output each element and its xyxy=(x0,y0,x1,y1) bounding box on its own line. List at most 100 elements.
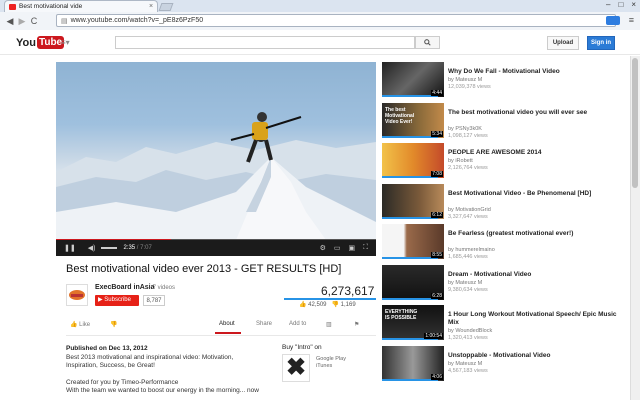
tab-about[interactable]: About xyxy=(219,321,235,327)
fullscreen-icon[interactable]: ⛶ xyxy=(363,244,368,252)
search-button[interactable] xyxy=(415,36,440,49)
description-line xyxy=(66,371,276,379)
video-duration: 1:00:54 xyxy=(424,333,443,339)
guide-menu-icon[interactable]: ≡▾ xyxy=(61,38,70,47)
minimize-icon[interactable]: – xyxy=(606,0,610,9)
browser-toolbar: ◀ ▶ C ▤ www.youtube.com/watch?v=_pE8z6Pz… xyxy=(0,12,640,30)
thumbnail-caption: The best Motivational Video Ever! xyxy=(385,106,415,125)
video-duration: 7:08 xyxy=(431,171,443,177)
related-video-title[interactable]: Why Do We Fall - Motivational Video xyxy=(448,68,626,76)
like-ratio-bar xyxy=(284,298,376,300)
google-play-link[interactable]: Google Play xyxy=(316,356,346,363)
channel-video-count[interactable]: · 7 videos xyxy=(149,285,175,291)
theater-icon[interactable]: ▭ xyxy=(334,244,341,252)
volume-slider[interactable] xyxy=(101,247,118,249)
related-video-views: 1,685,446 views xyxy=(448,254,488,260)
stats-icon[interactable]: ▥ xyxy=(326,321,332,328)
video-frame[interactable] xyxy=(56,62,376,240)
tab-close-icon[interactable]: × xyxy=(149,3,153,10)
video-thumbnail[interactable]: 6:12 xyxy=(382,183,444,219)
subscribe-button[interactable]: ▶ Subscribe xyxy=(95,295,139,306)
related-video-title[interactable]: The best motivational video you will eve… xyxy=(448,109,626,117)
like-button[interactable]: 👍 Like xyxy=(70,321,90,328)
window-controls: – □ × xyxy=(606,0,636,9)
youtube-logo[interactable]: You Tube xyxy=(16,36,65,49)
related-video-title[interactable]: Dream - Motivational Video xyxy=(448,271,626,279)
description-line: Best 2013 motivational and inspirational… xyxy=(66,353,234,361)
video-description: Published on Dec 13, 2012 Best 2013 moti… xyxy=(66,345,276,396)
pause-icon[interactable]: ❚❚ xyxy=(64,244,76,252)
album-art-icon[interactable]: ✖ xyxy=(282,354,310,382)
like-dislike-counts: 👍 42,509 👎 1,169 xyxy=(299,301,356,308)
video-thumbnail[interactable]: 4:44 xyxy=(382,62,444,97)
watched-progress-bar xyxy=(382,378,438,381)
related-video-views: 1,098,127 views xyxy=(448,132,488,139)
address-bar[interactable]: ▤ www.youtube.com/watch?v=_pE8z6PzF50 xyxy=(56,14,616,27)
reload-icon[interactable]: C xyxy=(28,16,40,26)
extension-icon[interactable] xyxy=(606,16,620,25)
thumbnail-caption: EVERYTHING IS POSSIBLE xyxy=(385,309,418,321)
close-window-icon[interactable]: × xyxy=(631,0,636,9)
settings-icon[interactable]: ⚙ xyxy=(320,244,326,252)
video-thumbnail[interactable]: 7:08 xyxy=(382,143,444,178)
tv-icon[interactable]: ▣ xyxy=(348,244,355,252)
upload-button[interactable]: Upload xyxy=(547,36,579,50)
signin-button[interactable]: Sign in xyxy=(587,36,615,50)
channel-bar: ExecBoard inAsia · 7 videos ▶ Subscribe … xyxy=(66,282,376,310)
video-duration: 6:12 xyxy=(431,211,443,218)
video-thumbnail[interactable]: The best Motivational Video Ever! 5:34 xyxy=(382,102,444,138)
tab-title: Best motivational vide xyxy=(19,3,83,10)
related-video-title[interactable]: PEOPLE ARE AWESOME 2014 xyxy=(448,149,626,157)
search-input[interactable] xyxy=(115,36,415,49)
description-line: Inspiration, Success, be Great! xyxy=(66,362,155,369)
related-video-title[interactable]: Unstoppable - Motivational Video xyxy=(448,352,626,360)
related-video-item[interactable]: The best Motivational Video Ever! 5:34 The… xyxy=(382,102,628,143)
related-video-channel: by Mateusz M xyxy=(448,360,483,367)
related-video-item[interactable]: 6:28 Dream - Motivational Video by Mateusz… xyxy=(382,264,628,305)
related-video-channel: by Mateusz M xyxy=(448,77,483,83)
video-duration: 5:34 xyxy=(431,130,443,137)
video-thumbnail[interactable]: 4:06 xyxy=(382,345,444,381)
related-video-item[interactable]: 4:06 Unstoppable - Motivational Video by M… xyxy=(382,345,628,386)
related-video-item[interactable]: 7:08 PEOPLE ARE AWESOME 2014 by iRobett 2,1… xyxy=(382,143,628,183)
itunes-link[interactable]: iTunes xyxy=(316,363,346,370)
video-thumbnail[interactable]: 8:55 xyxy=(382,224,444,259)
related-video-channel: by WoundedBlock xyxy=(448,328,493,334)
related-video-channel: by Mateusz M xyxy=(448,279,483,286)
related-video-views: 1,320,413 views xyxy=(448,335,488,341)
tab-add-to[interactable]: Add to xyxy=(289,321,306,327)
related-video-item[interactable]: 8:55 Be Fearless (greatest motivational e… xyxy=(382,224,628,264)
logo-you: You xyxy=(16,36,36,49)
watched-progress-bar xyxy=(382,257,438,259)
dislike-button[interactable]: 👎 xyxy=(110,321,117,328)
forward-icon[interactable]: ▶ xyxy=(16,16,28,27)
flag-icon[interactable]: ⚑ xyxy=(354,321,359,328)
related-video-title[interactable]: 1 Hour Long Workout Motivational Speech/… xyxy=(448,311,626,327)
menu-icon[interactable]: ≡ xyxy=(629,15,634,25)
channel-name[interactable]: ExecBoard inAsia xyxy=(95,284,155,291)
video-thumbnail[interactable]: EVERYTHING IS POSSIBLE 1:00:54 xyxy=(382,305,444,340)
related-video-item[interactable]: 4:44 Why Do We Fall - Motivational Video b… xyxy=(382,62,628,102)
related-video-title[interactable]: Best Motivational Video - Be Phenomenal … xyxy=(448,190,626,198)
video-duration: 4:44 xyxy=(431,90,443,96)
channel-avatar[interactable] xyxy=(66,284,88,306)
browser-tab[interactable]: Best motivational vide × xyxy=(4,0,158,12)
browser-chrome: Best motivational vide × – □ × ◀ ▶ C ▤ w… xyxy=(0,0,640,30)
related-video-item[interactable]: EVERYTHING IS POSSIBLE 1:00:54 1 Hour Long… xyxy=(382,305,628,345)
video-title: Best motivational video ever 2013 - GET … xyxy=(66,263,342,275)
tab-share[interactable]: Share xyxy=(256,321,272,327)
maximize-icon[interactable]: □ xyxy=(618,0,623,9)
related-video-title[interactable]: Be Fearless (greatest motivational ever!… xyxy=(448,230,626,238)
new-tab-button[interactable] xyxy=(158,3,174,11)
thumbs-up-icon: 👍 xyxy=(70,322,80,328)
video-thumbnail[interactable]: 6:28 xyxy=(382,264,444,300)
back-icon[interactable]: ◀ xyxy=(4,16,16,27)
music-purchase: Buy "Intro" on ✖ Google Play iTunes xyxy=(282,344,376,382)
video-duration: 8:55 xyxy=(431,252,443,258)
related-video-views: 9,380,634 views xyxy=(448,286,488,293)
video-player[interactable]: ❚❚ ◀) 2:35 / 7:07 ⚙ ▭ ▣ ⛶ xyxy=(56,62,376,256)
related-video-item[interactable]: 6:12 Best Motivational Video - Be Phenome… xyxy=(382,183,628,224)
volume-icon[interactable]: ◀) xyxy=(88,244,96,252)
scrollbar-thumb[interactable] xyxy=(632,58,638,188)
dislike-count: 1,169 xyxy=(340,302,356,308)
